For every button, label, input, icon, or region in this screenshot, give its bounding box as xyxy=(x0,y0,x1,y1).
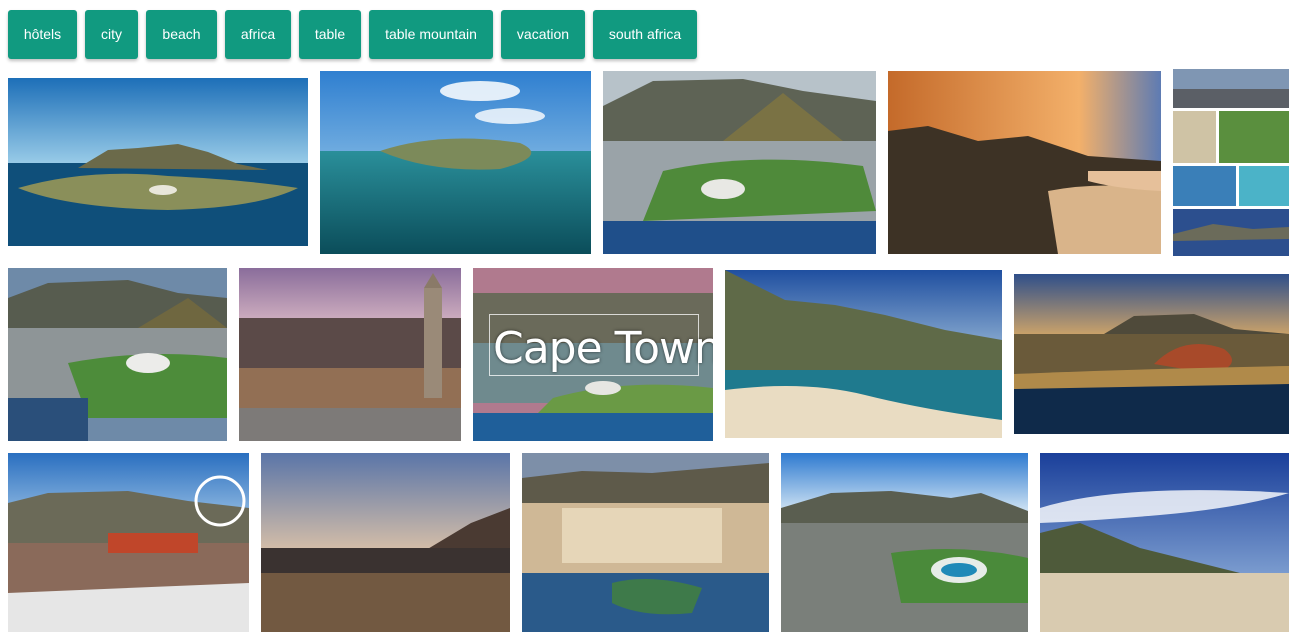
tag-chip-hotels[interactable]: hôtels xyxy=(8,10,77,59)
image-tile-cape-town-postcard[interactable]: Cape Town xyxy=(473,268,713,441)
cape-town-collage-photo xyxy=(1173,69,1289,256)
tag-chip-table[interactable]: table xyxy=(299,10,361,59)
cape-town-overlay-title: Cape Town xyxy=(493,323,713,374)
tag-chip-city[interactable]: city xyxy=(85,10,138,59)
image-tile-beach-clouds[interactable] xyxy=(1040,453,1289,632)
tag-chip-vacation[interactable]: vacation xyxy=(501,10,585,59)
twelve-apostles-beach-photo xyxy=(725,270,1002,438)
image-tile-stadium-aerial[interactable] xyxy=(8,268,227,441)
image-tile-waterfront[interactable] xyxy=(8,453,249,632)
image-tile-stadium-city[interactable] xyxy=(781,453,1028,632)
image-tile-city-lights[interactable] xyxy=(261,453,510,632)
aerial-cape-town-peninsula-photo xyxy=(8,78,308,246)
image-tile-collage[interactable] xyxy=(1173,69,1289,256)
tag-chip-africa[interactable]: africa xyxy=(225,10,291,59)
image-tile-apostles-beach[interactable] xyxy=(725,270,1002,438)
image-tile-aerial-peninsula[interactable] xyxy=(8,78,308,246)
image-tile-aerial-evening[interactable] xyxy=(1014,274,1289,434)
city-dusk-clock-tower-photo xyxy=(239,268,461,441)
image-tile-stadium-mountain[interactable] xyxy=(603,71,876,254)
tag-chip-beach[interactable]: beach xyxy=(146,10,217,59)
sunset-coastal-mountains-photo xyxy=(888,71,1161,254)
waterfront-hotel-evening-photo xyxy=(522,453,769,632)
aerial-city-evening-photo xyxy=(1014,274,1289,434)
tag-chip-south-africa[interactable]: south africa xyxy=(593,10,697,59)
image-tile-aerial-clouds[interactable] xyxy=(320,71,591,254)
aerial-stadium-city-photo xyxy=(781,453,1028,632)
beach-mountains-clouds-photo xyxy=(1040,453,1289,632)
waterfront-ferris-wheel-photo xyxy=(8,453,249,632)
image-tile-waterfront-hotel[interactable] xyxy=(522,453,769,632)
stadium-aerial-photo xyxy=(8,268,227,441)
aerial-cape-town-clouds-photo xyxy=(320,71,591,254)
tag-chip-table-mountain[interactable]: table mountain xyxy=(369,10,493,59)
tag-filter-bar: hôtels city beach africa table table mou… xyxy=(8,10,697,59)
image-tile-city-dusk[interactable] xyxy=(239,268,461,441)
city-lights-dusk-photo xyxy=(261,453,510,632)
image-tile-sunset-coast[interactable] xyxy=(888,71,1161,254)
aerial-stadium-table-mountain-photo xyxy=(603,71,876,254)
